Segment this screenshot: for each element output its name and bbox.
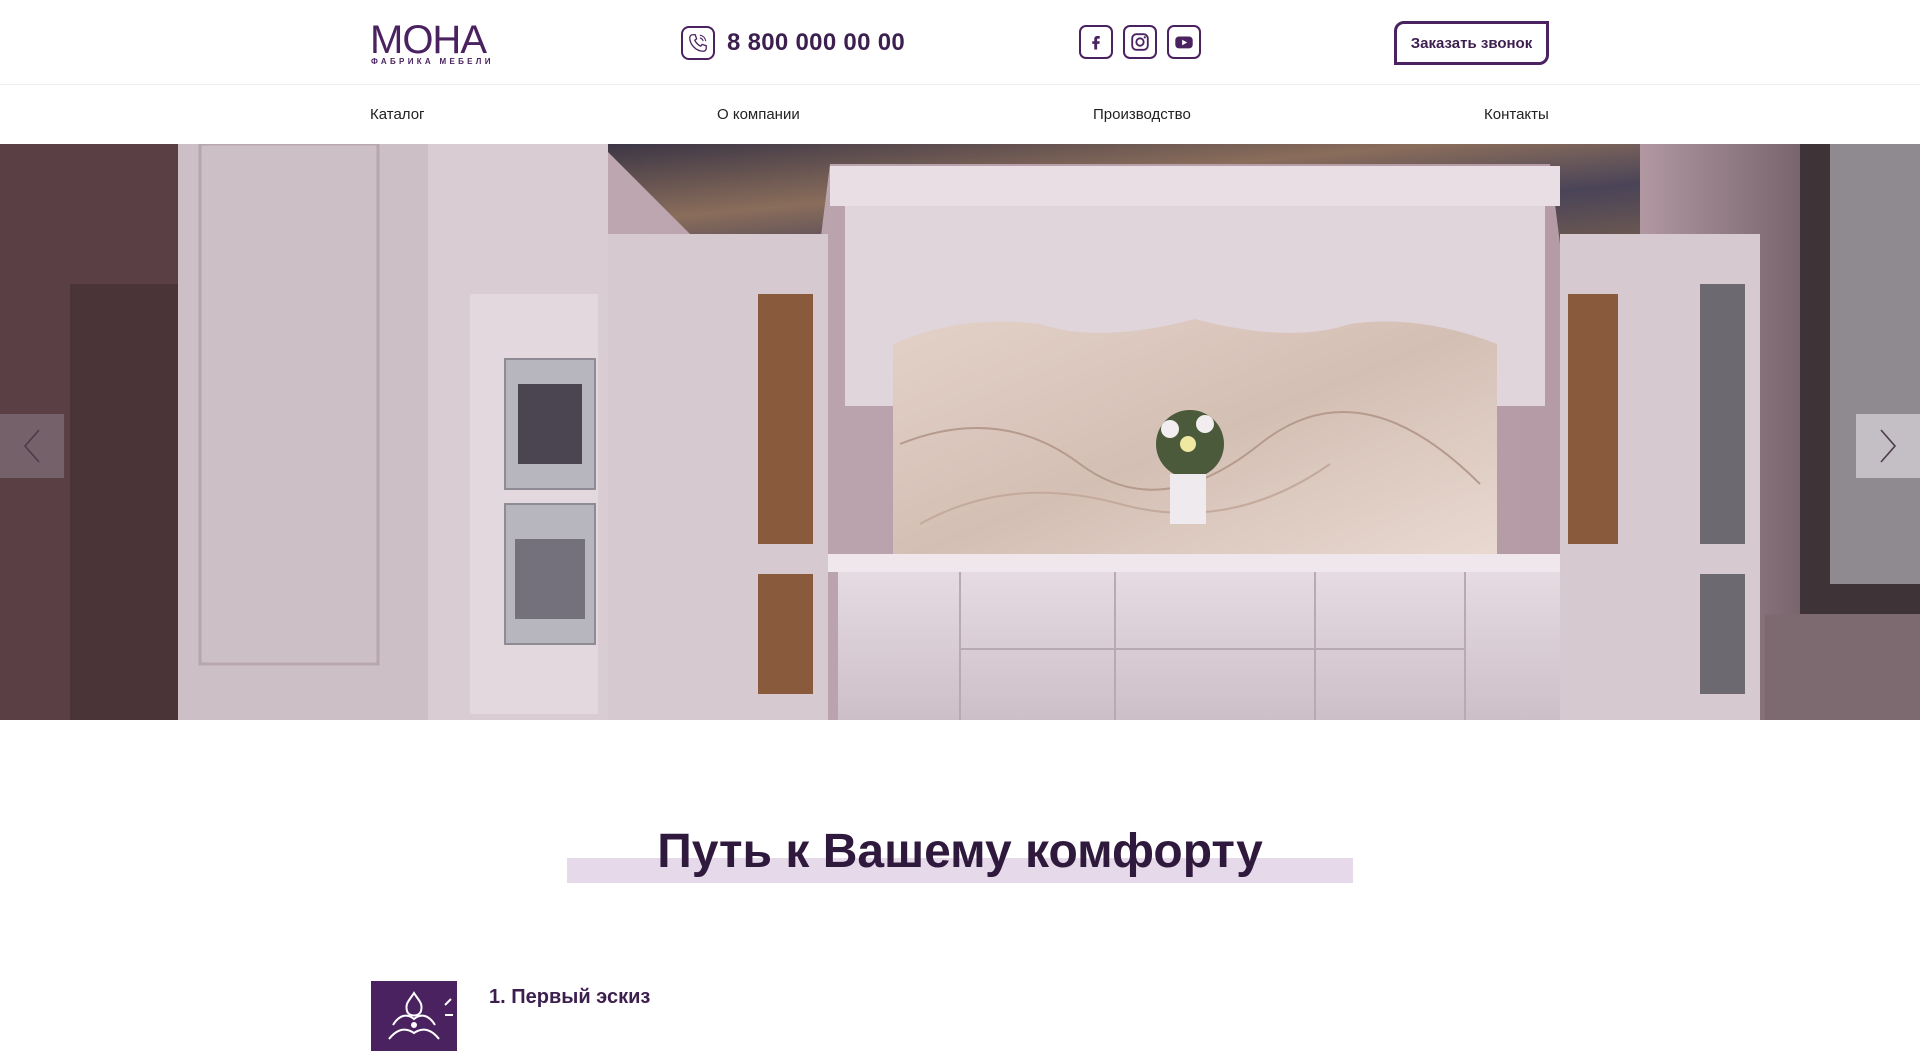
facebook-icon[interactable]	[1079, 25, 1113, 59]
site-header: МОНА ФАБРИКА МЕБЕЛИ 8 800 000 00 00 Зака…	[0, 0, 1920, 85]
youtube-icon[interactable]	[1167, 25, 1201, 59]
section-title: Путь к Вашему комфорту	[0, 820, 1920, 884]
nav-item-about[interactable]: О компании	[717, 106, 800, 123]
crown-ornament-icon	[371, 981, 457, 1051]
slider-prev-button[interactable]	[0, 414, 64, 478]
logo-wordmark: МОНА	[370, 18, 487, 62]
phone-block[interactable]: 8 800 000 00 00	[681, 25, 905, 61]
social-links	[1079, 25, 1201, 59]
hero-image	[0, 144, 1920, 720]
logo-tagline: ФАБРИКА МЕБЕЛИ	[371, 57, 494, 66]
phone-number[interactable]: 8 800 000 00 00	[727, 29, 905, 57]
nav-item-catalog[interactable]: Каталог	[370, 106, 425, 123]
hero-slider	[0, 144, 1920, 720]
phone-icon	[681, 26, 715, 60]
nav-item-contacts[interactable]: Контакты	[1484, 106, 1549, 123]
instagram-icon[interactable]	[1123, 25, 1157, 59]
main-nav: Каталог О компании Производство Контакты	[0, 86, 1920, 144]
order-call-button[interactable]: Заказать звонок	[1394, 21, 1549, 65]
logo[interactable]: МОНА ФАБРИКА МЕБЕЛИ	[370, 20, 500, 68]
nav-item-production[interactable]: Производство	[1093, 106, 1191, 123]
slider-next-button[interactable]	[1856, 414, 1920, 478]
section-heading: Путь к Вашему комфорту	[657, 825, 1263, 878]
chevron-right-icon	[1880, 429, 1897, 463]
step-title: 1. Первый эскиз	[489, 986, 651, 1008]
chevron-left-icon	[23, 429, 40, 463]
